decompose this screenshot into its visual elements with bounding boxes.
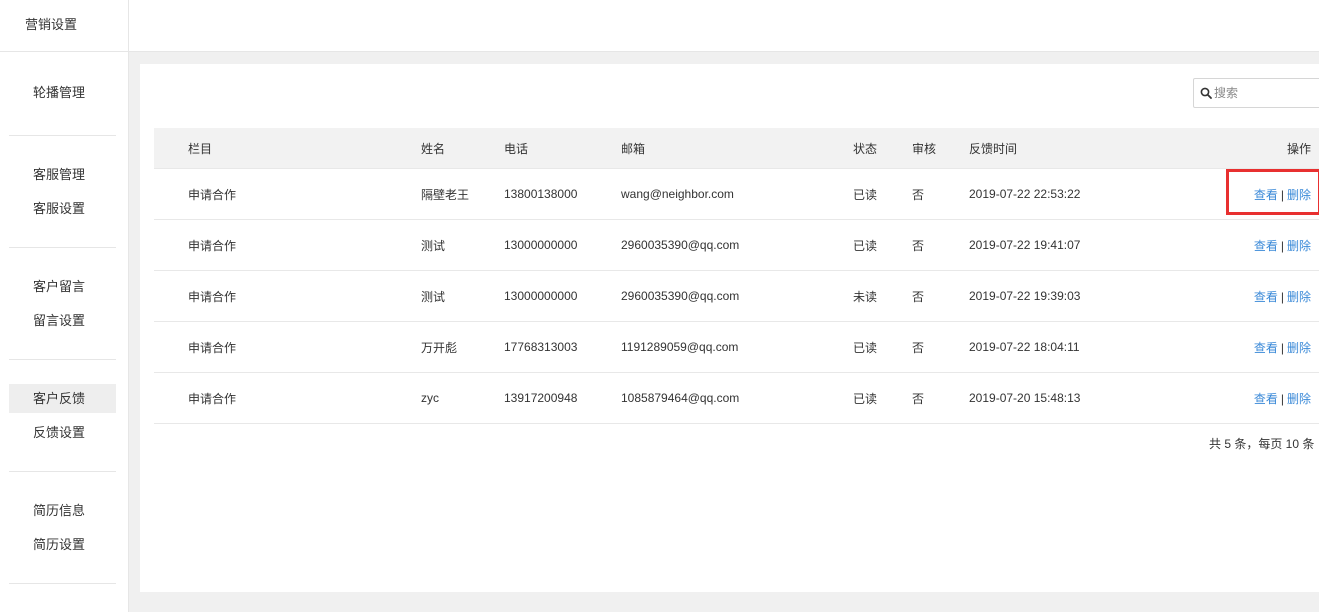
cell-category: 申请合作: [188, 289, 237, 304]
cell-category: 申请合作: [188, 238, 237, 253]
search-input[interactable]: [1214, 86, 1314, 100]
action-separator: |: [1280, 289, 1284, 304]
cell-feedback-time: 2019-07-20 15:48:13: [969, 391, 1081, 405]
sidebar-item-carousel-management[interactable]: 轮播管理: [9, 78, 116, 107]
sidebar-group-resume: 简历信息 简历设置: [9, 472, 116, 584]
delete-link[interactable]: 删除: [1287, 290, 1311, 304]
sidebar-item-customer-feedback[interactable]: 客户反馈: [9, 384, 116, 413]
column-header-name: 姓名: [421, 141, 446, 156]
search-icon: [1200, 87, 1212, 99]
delete-link[interactable]: 删除: [1287, 239, 1311, 253]
cell-status: 已读: [853, 340, 878, 355]
cell-actions: 查看 | 删除: [1169, 237, 1319, 254]
cell-actions: 查看 | 删除: [1169, 288, 1319, 305]
column-header-review: 审核: [912, 141, 937, 156]
view-link[interactable]: 查看: [1254, 341, 1278, 355]
sidebar-item-customer-service-management[interactable]: 客服管理: [9, 160, 116, 189]
cell-feedback-time: 2019-07-22 19:39:03: [969, 289, 1081, 303]
sidebar-item-feedback-settings[interactable]: 反馈设置: [9, 418, 116, 447]
cell-status: 未读: [853, 289, 878, 304]
column-header-category: 栏目: [188, 141, 213, 156]
cell-phone: 17768313003: [504, 340, 578, 354]
cell-review: 否: [912, 340, 925, 355]
column-header-status: 状态: [853, 141, 878, 156]
cell-phone: 13000000000: [504, 238, 578, 252]
cell-email: 1085879464@qq.com: [621, 391, 740, 405]
sidebar-group-feedback: 客户反馈 反馈设置: [9, 360, 116, 472]
action-separator: |: [1280, 238, 1284, 253]
view-link[interactable]: 查看: [1254, 392, 1278, 406]
cell-status: 已读: [853, 238, 878, 253]
cell-email: wang@neighbor.com: [621, 187, 734, 201]
cell-email: 2960035390@qq.com: [621, 289, 740, 303]
cell-name: 测试: [421, 238, 446, 253]
content-panel: 栏目 姓名 电话 邮箱 状态 审核 反馈时间 操作 申请合作 隔壁老王 1380…: [140, 64, 1319, 592]
sidebar-group-customer-service: 客服管理 客服设置: [9, 136, 116, 248]
cell-status: 已读: [853, 391, 878, 406]
delete-link[interactable]: 删除: [1287, 341, 1311, 355]
cell-review: 否: [912, 238, 925, 253]
cell-review: 否: [912, 187, 925, 202]
cell-actions: 查看 | 删除: [1169, 390, 1319, 407]
cell-name: 万开彪: [421, 340, 458, 355]
sidebar-group-messages: 客户留言 留言设置: [9, 248, 116, 360]
cell-status: 已读: [853, 187, 878, 202]
cell-phone: 13000000000: [504, 289, 578, 303]
sidebar-item-message-settings[interactable]: 留言设置: [9, 306, 116, 335]
column-header-phone: 电话: [504, 141, 529, 156]
pagination-summary: 共 5 条，每页 10 条: [1209, 437, 1315, 451]
cell-email: 1191289059@qq.com: [621, 340, 739, 354]
cell-feedback-time: 2019-07-22 18:04:11: [969, 340, 1080, 354]
sidebar-title: 营销设置: [0, 0, 128, 52]
action-separator: |: [1280, 391, 1284, 406]
cell-review: 否: [912, 391, 925, 406]
cell-category: 申请合作: [188, 187, 237, 202]
column-header-feedback-time: 反馈时间: [969, 141, 1018, 156]
sidebar-item-resume-info[interactable]: 简历信息: [9, 496, 116, 525]
table-row: 申请合作 zyc 13917200948 1085879464@qq.com 已…: [154, 373, 1319, 424]
column-header-email: 邮箱: [621, 141, 646, 156]
cell-category: 申请合作: [188, 391, 237, 406]
cell-name: 隔壁老王: [421, 187, 470, 202]
table-row: 申请合作 测试 13000000000 2960035390@qq.com 未读…: [154, 271, 1319, 322]
cell-actions: 查看 | 删除: [1169, 339, 1319, 356]
view-link[interactable]: 查看: [1254, 290, 1278, 304]
sidebar-item-customer-messages[interactable]: 客户留言: [9, 272, 116, 301]
feedback-table: 栏目 姓名 电话 邮箱 状态 审核 反馈时间 操作 申请合作 隔壁老王 1380…: [154, 128, 1319, 424]
highlight-box: [1226, 169, 1319, 215]
delete-link[interactable]: 删除: [1287, 392, 1311, 406]
sidebar-item-resume-settings[interactable]: 简历设置: [9, 530, 116, 559]
table-row: 申请合作 测试 13000000000 2960035390@qq.com 已读…: [154, 220, 1319, 271]
top-bar: [129, 0, 1319, 52]
column-header-actions: 操作: [1286, 141, 1311, 156]
sidebar-group-carousel: 轮播管理: [9, 52, 116, 136]
cell-phone: 13800138000: [504, 187, 578, 201]
cell-name: 测试: [421, 289, 446, 304]
cell-category: 申请合作: [188, 340, 237, 355]
table-row: 申请合作 隔壁老王 13800138000 wang@neighbor.com …: [154, 169, 1319, 220]
cell-phone: 13917200948: [504, 391, 578, 405]
action-separator: |: [1280, 340, 1284, 355]
cell-email: 2960035390@qq.com: [621, 238, 740, 252]
table-row: 申请合作 万开彪 17768313003 1191289059@qq.com 已…: [154, 322, 1319, 373]
cell-feedback-time: 2019-07-22 22:53:22: [969, 187, 1081, 201]
cell-review: 否: [912, 289, 925, 304]
search-box[interactable]: [1193, 78, 1319, 108]
cell-name: zyc: [421, 391, 439, 405]
cell-feedback-time: 2019-07-22 19:41:07: [969, 238, 1081, 252]
sidebar: 营销设置 轮播管理 客服管理 客服设置 客户留言 留言设置 客户反馈 反馈设置 …: [0, 0, 129, 612]
sidebar-item-customer-service-settings[interactable]: 客服设置: [9, 194, 116, 223]
table-header-row: 栏目 姓名 电话 邮箱 状态 审核 反馈时间 操作: [154, 128, 1319, 169]
view-link[interactable]: 查看: [1254, 239, 1278, 253]
